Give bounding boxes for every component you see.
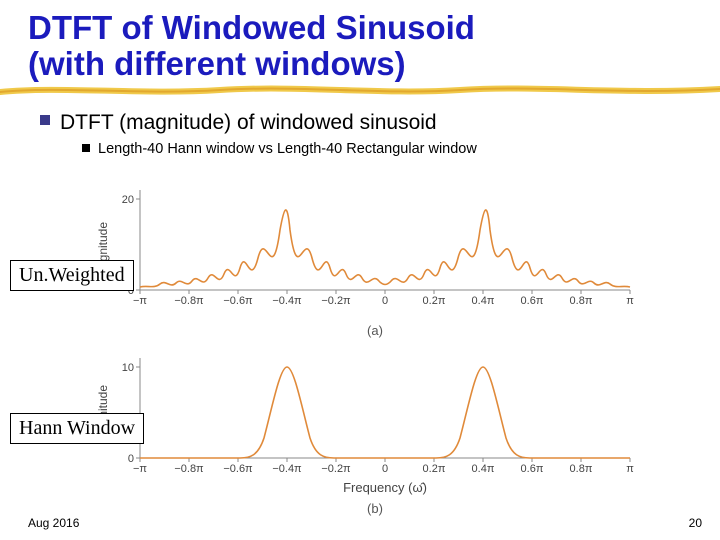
svg-text:20: 20 (122, 194, 134, 206)
svg-text:0.4π: 0.4π (472, 295, 495, 307)
chart-b-sublabel: (b) (95, 501, 655, 516)
label-unweighted: Un.Weighted (10, 260, 134, 291)
label-hann: Hann Window (10, 413, 144, 444)
svg-text:0.8π: 0.8π (570, 295, 593, 307)
svg-text:−π: −π (133, 295, 147, 307)
svg-text:−0.6π: −0.6π (223, 463, 253, 475)
bullet-square-icon (82, 144, 90, 152)
chart-a: Magnitude 0 20 −π −0.8π −0.6π −0.4π −0.2… (95, 180, 655, 338)
svg-text:π: π (626, 463, 634, 475)
bullet-main: DTFT (magnitude) of windowed sinusoid (40, 111, 720, 135)
svg-text:−0.4π: −0.4π (272, 295, 302, 307)
footer-page: 20 (689, 516, 702, 530)
svg-text:−0.6π: −0.6π (223, 295, 253, 307)
title-line-2: (with different windows) (28, 45, 406, 82)
svg-text:−0.2π: −0.2π (321, 463, 351, 475)
chart-b: Magnitude 0 10 −π −0.8π −0.6π −0.4π −0.2… (95, 348, 655, 516)
svg-text:10: 10 (122, 362, 134, 374)
title-line-1: DTFT of Windowed Sinusoid (28, 9, 475, 46)
bullet-sub-text: Length-40 Hann window vs Length-40 Recta… (98, 141, 477, 157)
svg-text:−0.2π: −0.2π (321, 295, 351, 307)
bullet-main-text: DTFT (magnitude) of windowed sinusoid (60, 111, 437, 135)
svg-text:0: 0 (382, 295, 388, 307)
svg-text:0.8π: 0.8π (570, 463, 593, 475)
svg-text:0.6π: 0.6π (521, 463, 544, 475)
svg-text:π: π (626, 295, 634, 307)
charts-container: Magnitude 0 20 −π −0.8π −0.6π −0.4π −0.2… (95, 180, 655, 516)
svg-text:0.2π: 0.2π (423, 295, 446, 307)
bullet-sub: Length-40 Hann window vs Length-40 Recta… (82, 141, 720, 157)
svg-text:0: 0 (382, 463, 388, 475)
svg-text:0.6π: 0.6π (521, 295, 544, 307)
chart-b-xlabel: Frequency (ω̂) (343, 480, 427, 495)
footer-date: Aug 2016 (28, 516, 79, 530)
title-underline (0, 83, 720, 105)
svg-text:0.2π: 0.2π (423, 463, 446, 475)
svg-text:−π: −π (133, 463, 147, 475)
svg-text:−0.4π: −0.4π (272, 463, 302, 475)
svg-text:0.4π: 0.4π (472, 463, 495, 475)
chart-a-sublabel: (a) (95, 323, 655, 338)
svg-text:−0.8π: −0.8π (174, 463, 204, 475)
svg-text:−0.8π: −0.8π (174, 295, 204, 307)
slide-title: DTFT of Windowed Sinusoid (with differen… (0, 0, 720, 83)
bullet-square-icon (40, 115, 50, 125)
